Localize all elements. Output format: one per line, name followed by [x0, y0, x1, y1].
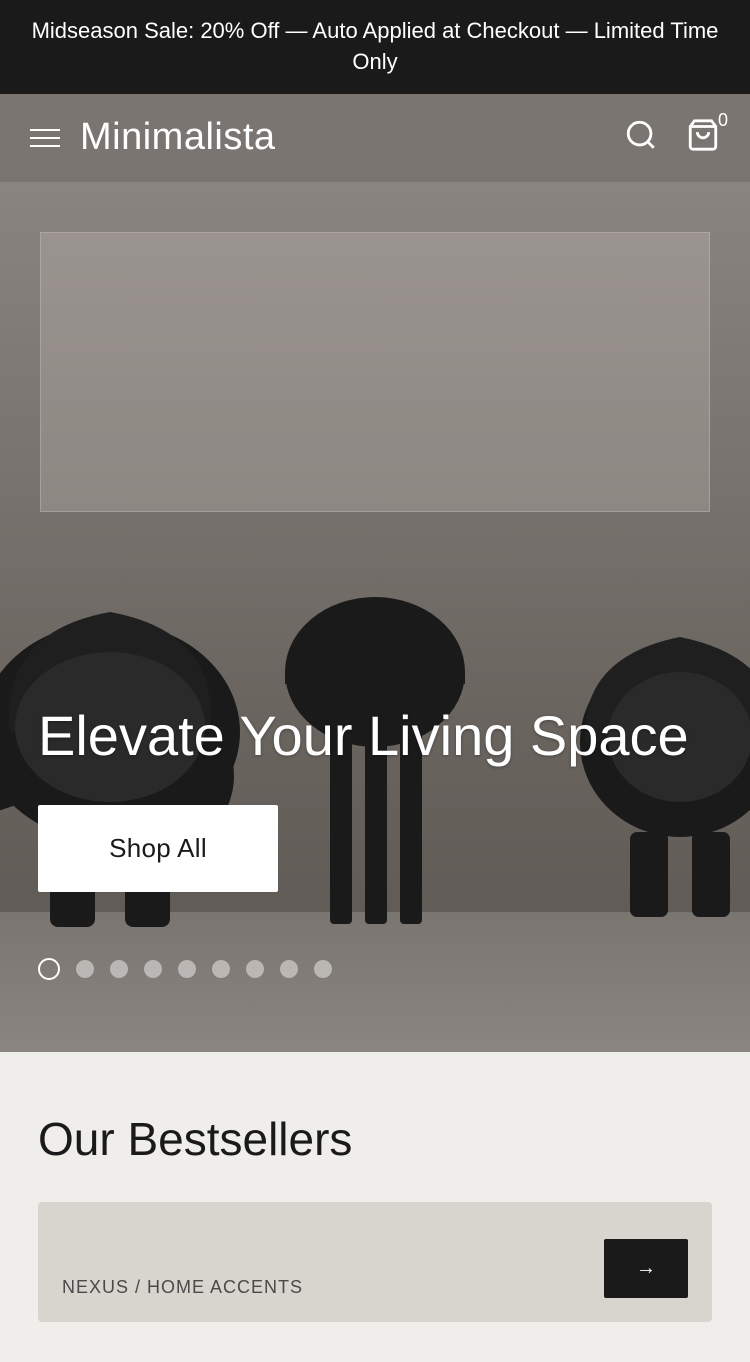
header-right: 0	[624, 118, 720, 157]
hero-content: Elevate Your Living Space Shop All	[38, 704, 712, 891]
carousel-dot-1[interactable]	[38, 958, 60, 980]
bestsellers-title: Our Bestsellers	[38, 1112, 712, 1166]
carousel-dot-5[interactable]	[178, 960, 196, 978]
header: Minimalista 0	[0, 94, 750, 182]
cart-count: 0	[718, 110, 728, 131]
carousel-dot-6[interactable]	[212, 960, 230, 978]
carousel-dot-3[interactable]	[110, 960, 128, 978]
wall-panel-decoration	[40, 232, 710, 512]
search-button[interactable]	[624, 118, 658, 157]
product-category-label: NEXUS / HOME ACCENTS	[62, 1277, 303, 1298]
header-left: Minimalista	[30, 116, 276, 159]
announcement-text: Midseason Sale: 20% Off — Auto Applied a…	[32, 18, 719, 74]
carousel-dot-4[interactable]	[144, 960, 162, 978]
carousel-dots	[38, 958, 332, 980]
carousel-dot-9[interactable]	[314, 960, 332, 978]
product-card-preview: NEXUS / HOME ACCENTS →	[38, 1202, 712, 1322]
carousel-dot-7[interactable]	[246, 960, 264, 978]
hero-background	[0, 182, 750, 1052]
shop-all-button[interactable]: Shop All	[38, 805, 278, 892]
hero-floor	[0, 912, 750, 1052]
menu-icon[interactable]	[30, 129, 60, 147]
carousel-dot-8[interactable]	[280, 960, 298, 978]
hero-title: Elevate Your Living Space	[38, 704, 712, 768]
brand-name: Minimalista	[80, 116, 276, 159]
search-icon	[624, 118, 658, 152]
hero-section: Elevate Your Living Space Shop All	[0, 182, 750, 1052]
product-next-button[interactable]: →	[604, 1239, 688, 1298]
cart-button[interactable]: 0	[686, 118, 720, 157]
carousel-dot-2[interactable]	[76, 960, 94, 978]
announcement-bar: Midseason Sale: 20% Off — Auto Applied a…	[0, 0, 750, 94]
bestsellers-section: Our Bestsellers NEXUS / HOME ACCENTS →	[0, 1052, 750, 1362]
cart-icon	[686, 118, 720, 152]
